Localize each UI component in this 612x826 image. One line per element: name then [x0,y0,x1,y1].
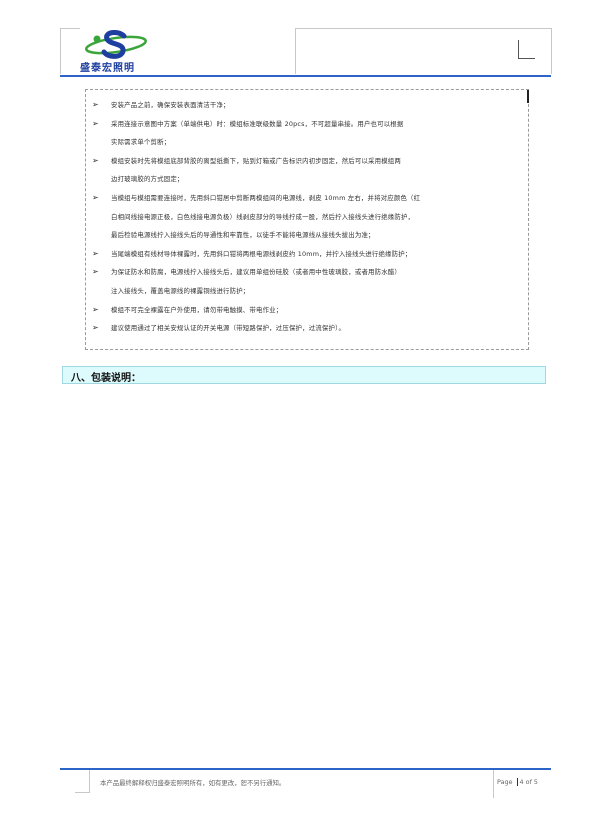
list-item-text: 建议使用通过了相关安规认证的开关电源（带短路保护，过压保护，过流保护）。 [111,324,346,333]
list-item: ➢ 模组安装时先将模组底部背胶的离型纸撕下，贴到灯箱或广告标识内初步固定，然后可… [92,152,522,189]
logo-icon [85,29,147,59]
margin-mark [60,28,80,29]
list-item-text: 采用连接示意图中方案（单端供电）时：模组标准联级数量 20pcs，不可超量串接。… [111,119,404,128]
margin-mark [295,28,551,29]
arrow-bullet-icon: ➢ [92,100,99,109]
list-item: ➢ 为保证防水和防腐，电源线拧入接线头后，建议用单组份硅胶（或者用中性玻璃胶，或… [92,263,522,300]
arrow-bullet-icon: ➢ [92,155,99,165]
section-title: 八、包装说明： [71,373,141,384]
list-item-text: 模组不可完全裸露在户外使用，请勿带电触摸、带电作业； [111,305,283,314]
arrow-bullet-icon: ➢ [92,118,99,128]
footer-rule [60,768,551,770]
list-item-text: 白相间线接电源正极，白色线接电源负极）线剥皮部分的导线拧成一股，然后拧入接线头进… [111,212,415,221]
list-item-text: 当尾端模组有线材导体裸露时，先用斜口钳将两根电源线剥皮约 10mm，并拧入接线头… [111,249,412,258]
list-item-text: 模组安装时先将模组底部背胶的离型纸撕下，贴到灯箱或广告标识内初步固定，然后可以采… [111,156,401,165]
footer-notice: 本产品最终解释权归盛泰宏照明所有，如有更改，恕不另行通知。 [100,779,286,787]
list-item-text: 实际需求单个剪断； [111,138,171,147]
section-header: 八、包装说明： [62,366,546,384]
list-item: ➢ 采用连接示意图中方案（单端供电）时：模组标准联级数量 20pcs，不可超量串… [92,115,522,152]
arrow-bullet-icon: ➢ [92,248,99,258]
page-number: Page 4 of 5 [497,778,538,786]
page-of: of [525,778,532,786]
arrow-bullet-icon: ➢ [92,304,99,314]
text-cursor [527,90,529,103]
header-rule [60,75,551,77]
footer-divider [493,770,494,798]
margin-mark [60,28,61,74]
list-item-text: 为保证防水和防腐，电源线拧入接线头后，建议用单组份硅胶（或者用中性玻璃胶，或者用… [111,268,401,277]
list-item: ➢ 安装产品之前，确保安装表面清洁干净； [92,96,522,115]
corner-crop-mark [518,40,535,59]
list-item-text: 最后检验电源线拧入接线头后的导通性和牢靠性，以徒手不能将电源线从接线头拔出为准； [111,231,375,240]
list-item-text: 安装产品之前，确保安装表面清洁干净； [111,101,230,109]
list-item: ➢ 当尾端模组有线材导体裸露时，先用斜口钳将两根电源线剥皮约 10mm，并拧入接… [92,245,522,264]
margin-mark [551,28,552,74]
company-name: 盛泰宏照明 [80,63,135,74]
arrow-bullet-icon: ➢ [92,267,99,277]
list-item-text: 注入接线头，覆盖电源线的裸露铜线进行防护； [111,286,250,295]
page-total: 5 [533,778,538,786]
margin-mark [295,28,296,74]
page-label: Page [497,778,513,786]
list-item: ➢ 建议使用通过了相关安规认证的开关电源（带短路保护，过压保护，过流保护）。 [92,319,522,338]
list-item: ➢ 当模组与模组需要连接时，先用斜口钳居中剪断两模组间的电源线，剥皮 10mm … [92,189,522,245]
list-item-text: 边打玻璃胶的方式固定； [111,175,184,184]
margin-mark [75,770,90,793]
arrow-bullet-icon: ➢ [92,323,99,333]
arrow-bullet-icon: ➢ [92,192,99,202]
list-item: ➢ 模组不可完全裸露在户外使用，请勿带电触摸、带电作业； [92,301,522,320]
page-current: 4 [516,778,524,786]
list-item-text: 当模组与模组需要连接时，先用斜口钳居中剪断两模组间的电源线，剥皮 10mm 左右… [111,193,421,202]
instruction-list: ➢ 安装产品之前，确保安装表面清洁干净； ➢ 采用连接示意图中方案（单端供电）时… [92,96,522,338]
